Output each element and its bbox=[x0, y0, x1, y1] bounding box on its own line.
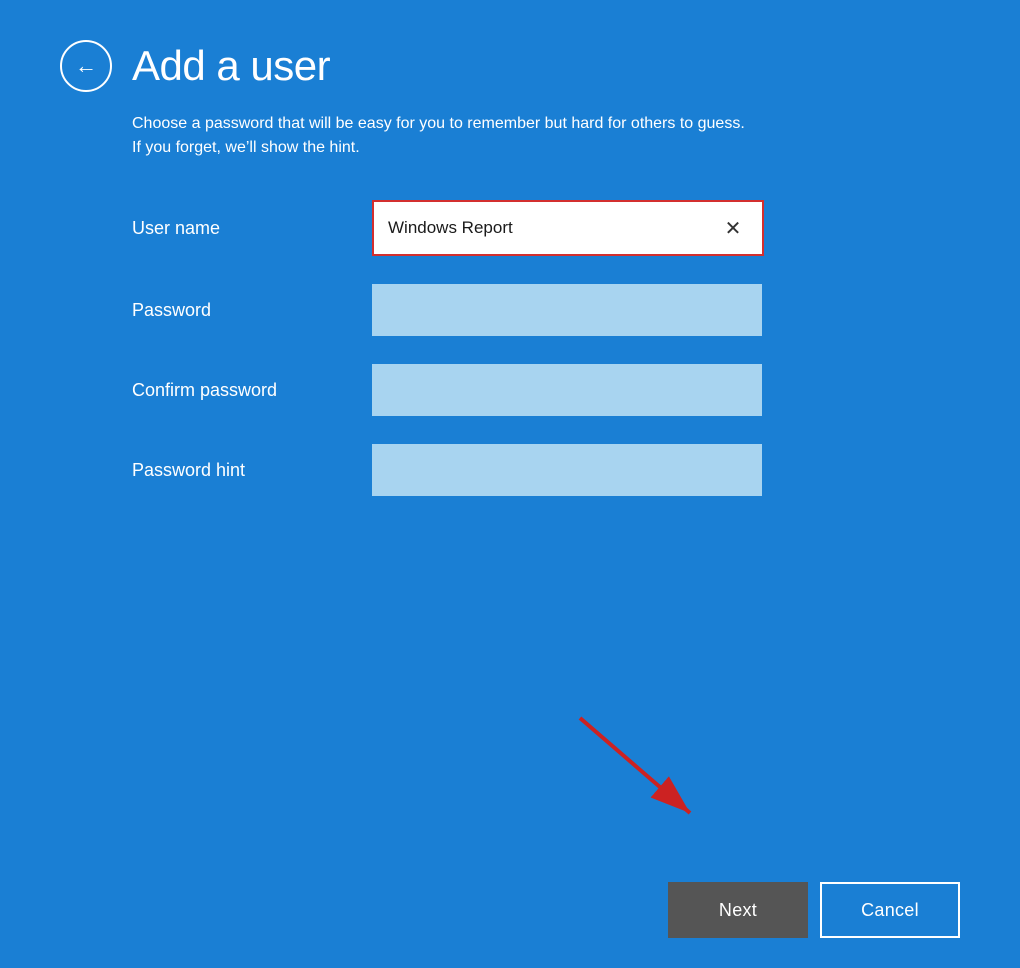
cancel-button[interactable]: Cancel bbox=[820, 882, 960, 938]
page-subtitle: Choose a password that will be easy for … bbox=[132, 112, 960, 160]
subtitle-line1: Choose a password that will be easy for … bbox=[132, 115, 745, 132]
confirm-password-input[interactable] bbox=[372, 364, 762, 416]
next-button[interactable]: Next bbox=[668, 882, 808, 938]
username-input[interactable] bbox=[374, 202, 704, 254]
back-button[interactable]: ← bbox=[60, 40, 112, 92]
confirm-password-row: Confirm password bbox=[132, 364, 960, 416]
username-input-wrapper: ✕ bbox=[372, 200, 764, 256]
username-label: User name bbox=[132, 218, 372, 239]
password-row: Password bbox=[132, 284, 960, 336]
password-label: Password bbox=[132, 300, 372, 321]
page-title: Add a user bbox=[132, 42, 330, 90]
password-hint-row: Password hint bbox=[132, 444, 960, 496]
clear-icon: ✕ bbox=[725, 216, 742, 241]
page-container: ← Add a user Choose a password that will… bbox=[0, 0, 1020, 968]
form-container: User name ✕ Password Confirm password Pa… bbox=[132, 200, 960, 496]
password-hint-label: Password hint bbox=[132, 460, 372, 481]
arrow-annotation bbox=[560, 708, 710, 828]
buttons-row: Next Cancel bbox=[668, 882, 960, 938]
clear-username-button[interactable]: ✕ bbox=[704, 202, 762, 254]
confirm-password-label: Confirm password bbox=[132, 380, 372, 401]
back-arrow-icon: ← bbox=[75, 55, 97, 77]
password-input[interactable] bbox=[372, 284, 762, 336]
subtitle-line2: If you forget, we’ll show the hint. bbox=[132, 139, 360, 156]
username-row: User name ✕ bbox=[132, 200, 960, 256]
header: ← Add a user bbox=[60, 40, 960, 92]
password-hint-input[interactable] bbox=[372, 444, 762, 496]
